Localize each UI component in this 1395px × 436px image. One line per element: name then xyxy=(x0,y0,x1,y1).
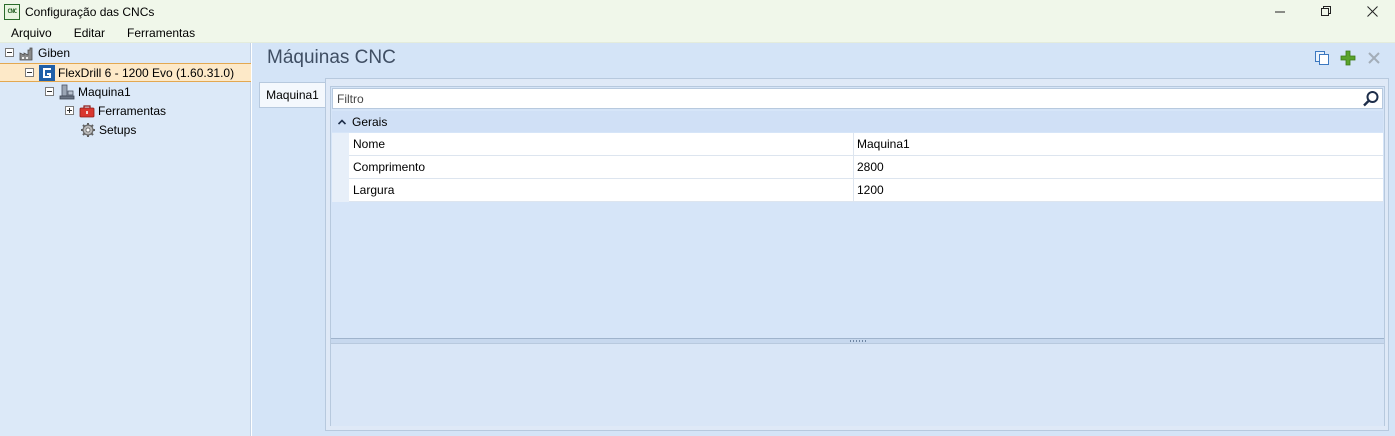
delete-icon xyxy=(1368,52,1380,64)
property-value[interactable]: 2800 xyxy=(854,156,1383,178)
toolbox-icon xyxy=(79,104,95,117)
collapse-icon[interactable] xyxy=(45,87,54,96)
filter-input[interactable]: Filtro xyxy=(332,88,1383,109)
close-icon xyxy=(1366,6,1378,17)
property-grid: Filtro Gerais Nome Maquina1 Comprimento xyxy=(330,86,1385,426)
expand-icon[interactable] xyxy=(65,106,74,115)
window-controls xyxy=(1257,0,1395,23)
filter-placeholder: Filtro xyxy=(337,91,364,106)
cnc-app-icon: CNC xyxy=(4,3,20,20)
menu-ferramentas[interactable]: Ferramentas xyxy=(116,23,206,43)
restore-button[interactable] xyxy=(1303,0,1349,23)
property-value[interactable]: Maquina1 xyxy=(854,133,1383,155)
close-button[interactable] xyxy=(1349,0,1395,23)
chevron-up-icon[interactable] xyxy=(336,118,348,125)
giben-logo-icon xyxy=(39,64,55,81)
search-icon[interactable] xyxy=(1362,90,1380,108)
menu-editar[interactable]: Editar xyxy=(63,23,116,43)
minimize-icon xyxy=(1274,11,1285,13)
restore-icon xyxy=(1320,6,1331,16)
tree-item-giben[interactable]: Giben xyxy=(5,43,70,62)
tree-label: Setups xyxy=(99,122,137,137)
factory-icon xyxy=(19,47,33,60)
window-title: Configuração das CNCs xyxy=(25,4,155,19)
description-area xyxy=(331,344,1384,426)
header-toolbar xyxy=(1313,49,1383,67)
tree-item-flexdrill[interactable]: FlexDrill 6 - 1200 Evo (1.60.31.0) xyxy=(0,63,251,82)
grip-icon xyxy=(849,340,866,342)
delete-button[interactable] xyxy=(1365,49,1383,67)
tree-label: Giben xyxy=(38,45,71,60)
category-gerais[interactable]: Gerais xyxy=(332,111,1383,132)
plus-icon xyxy=(1340,50,1356,66)
property-row[interactable]: Largura 1200 xyxy=(349,179,1383,202)
machine-icon xyxy=(59,84,75,99)
property-name: Comprimento xyxy=(349,156,854,178)
property-row[interactable]: Comprimento 2800 xyxy=(349,156,1383,179)
tree-item-setups[interactable]: Setups xyxy=(80,120,136,139)
collapse-icon[interactable] xyxy=(25,68,34,77)
property-value[interactable]: 1200 xyxy=(854,179,1383,201)
minimize-button[interactable] xyxy=(1257,0,1303,23)
tree-label: Maquina1 xyxy=(78,84,131,99)
menu-bar: Arquivo Editar Ferramentas xyxy=(0,23,1395,43)
title-bar: CNC Configuração das CNCs xyxy=(0,0,1395,23)
property-row[interactable]: Nome Maquina1 xyxy=(349,133,1383,156)
category-label: Gerais xyxy=(352,114,388,129)
property-name: Largura xyxy=(349,179,854,201)
copy-icon xyxy=(1315,51,1329,65)
tab-maquina1[interactable]: Maquina1 xyxy=(259,82,325,108)
machine-tree: Giben FlexDrill 6 - 1200 Evo (1.60.31.0)… xyxy=(0,43,251,436)
row-gutter xyxy=(332,133,349,202)
tree-item-maquina1[interactable]: Maquina1 xyxy=(45,82,131,101)
tree-item-ferramentas[interactable]: Ferramentas xyxy=(65,101,166,120)
gear-icon xyxy=(81,122,95,137)
tree-label: Ferramentas xyxy=(98,103,167,118)
property-name: Nome xyxy=(349,133,854,155)
collapse-icon[interactable] xyxy=(5,48,14,57)
add-button[interactable] xyxy=(1339,49,1357,67)
tree-label: FlexDrill 6 - 1200 Evo (1.60.31.0) xyxy=(58,65,235,80)
tab-panel: Filtro Gerais Nome Maquina1 Comprimento xyxy=(325,78,1389,431)
menu-arquivo[interactable]: Arquivo xyxy=(0,23,63,43)
content-panel: Máquinas CNC Maquina1 Filtro Gerais Nome… xyxy=(252,43,1395,436)
duplicate-button[interactable] xyxy=(1313,49,1331,67)
page-title: Máquinas CNC xyxy=(267,47,396,68)
